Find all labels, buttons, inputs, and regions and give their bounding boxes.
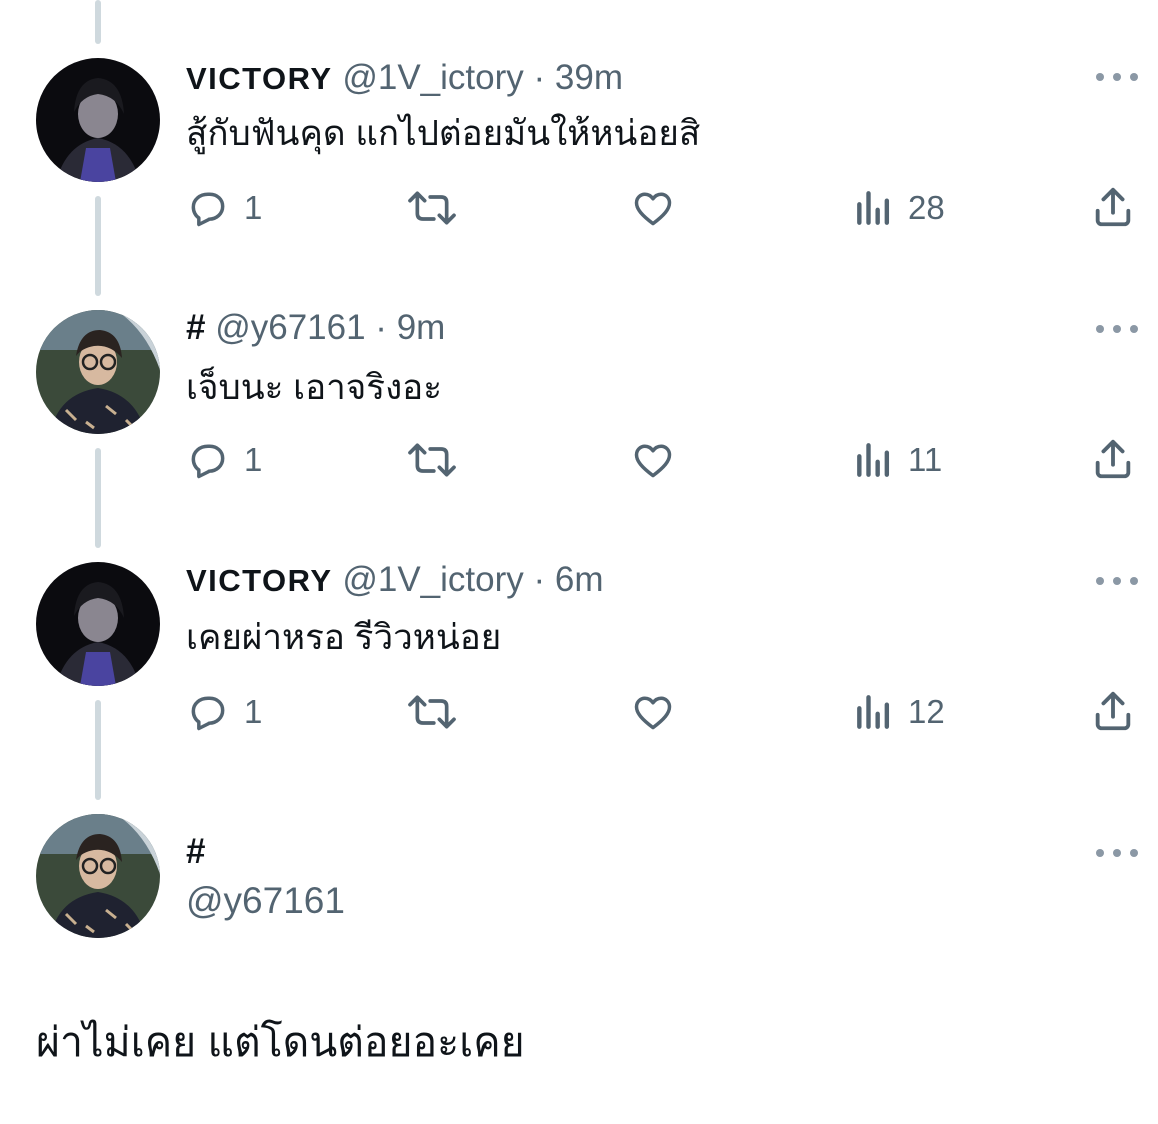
share-button[interactable] — [1090, 688, 1136, 734]
views-button[interactable]: 12 — [854, 690, 945, 734]
avatar[interactable] — [36, 562, 160, 686]
like-button[interactable] — [630, 690, 676, 734]
reply-count: 1 — [244, 693, 263, 730]
share-icon — [1095, 691, 1131, 731]
display-name[interactable]: # — [186, 308, 205, 347]
reply-button[interactable]: 1 — [186, 186, 262, 230]
avatar[interactable] — [36, 58, 160, 182]
tweet-text: เจ็บนะ เอาจริงอะ — [186, 368, 442, 407]
retweet-icon — [408, 443, 456, 477]
timestamp[interactable]: 6m — [555, 560, 604, 599]
avatar[interactable] — [36, 310, 160, 434]
like-button[interactable] — [630, 438, 676, 482]
more-icon[interactable] — [1096, 70, 1138, 84]
retweet-button[interactable] — [404, 690, 460, 734]
thread-line — [95, 0, 101, 44]
heart-icon — [634, 192, 672, 226]
user-handle[interactable]: @1V_ictory — [342, 58, 523, 97]
share-button[interactable] — [1090, 184, 1136, 230]
thread-line — [95, 448, 101, 548]
more-icon[interactable] — [1096, 574, 1138, 588]
user-handle[interactable]: @y67161 — [215, 308, 365, 347]
more-icon[interactable] — [1096, 846, 1138, 860]
tweet-header: VICTORY @1V_ictory · 6m — [186, 560, 604, 601]
reply-button[interactable]: 1 — [186, 438, 262, 482]
retweet-button[interactable] — [404, 438, 460, 482]
avatar[interactable] — [36, 814, 160, 938]
display-name[interactable]: # — [186, 832, 205, 871]
separator: · — [533, 58, 546, 97]
separator: · — [533, 560, 546, 599]
timestamp[interactable]: 9m — [397, 308, 446, 347]
focused-tweet-header: # — [186, 832, 205, 872]
retweet-icon — [408, 191, 456, 225]
retweet-button[interactable] — [404, 186, 460, 230]
display-name[interactable]: VICTORY — [186, 563, 333, 598]
heart-icon — [634, 444, 672, 478]
reply-icon — [191, 192, 225, 227]
views-icon — [857, 443, 890, 477]
views-icon — [857, 695, 890, 729]
user-handle[interactable]: @1V_ictory — [342, 560, 523, 599]
focused-tweet-text: ผ่าไม่เคย แต่โดนต่อยอะเคย — [36, 1019, 525, 1065]
retweet-icon — [408, 695, 456, 729]
timestamp[interactable]: 39m — [555, 58, 623, 97]
heart-icon — [634, 696, 672, 730]
reply-count: 1 — [244, 189, 263, 226]
views-button[interactable]: 11 — [854, 438, 942, 482]
like-button[interactable] — [630, 186, 676, 230]
tweet-header: VICTORY @1V_ictory · 39m — [186, 58, 623, 99]
thread-line — [95, 700, 101, 800]
display-name[interactable]: VICTORY — [186, 61, 333, 96]
more-icon[interactable] — [1096, 322, 1138, 336]
views-icon — [857, 191, 890, 225]
share-icon — [1095, 439, 1131, 479]
tweet-header: # @y67161 · 9m — [186, 308, 445, 348]
thread-line — [95, 196, 101, 296]
views-button[interactable]: 28 — [854, 186, 945, 230]
views-count: 11 — [908, 441, 943, 478]
reply-icon — [191, 696, 225, 731]
reply-button[interactable]: 1 — [186, 690, 262, 734]
share-icon — [1095, 187, 1131, 227]
tweet-text: เคยผ่าหรอ รีวิวหน่อย — [186, 618, 502, 657]
reply-icon — [191, 444, 225, 479]
separator: · — [375, 308, 387, 347]
share-button[interactable] — [1090, 436, 1136, 482]
user-handle[interactable]: @y67161 — [186, 880, 345, 922]
reply-count: 1 — [244, 441, 263, 478]
views-count: 12 — [908, 693, 945, 730]
tweet-text: สู้กับฟันคุด แกไปต่อยมันให้หน่อยสิ — [186, 114, 701, 153]
views-count: 28 — [908, 189, 945, 226]
